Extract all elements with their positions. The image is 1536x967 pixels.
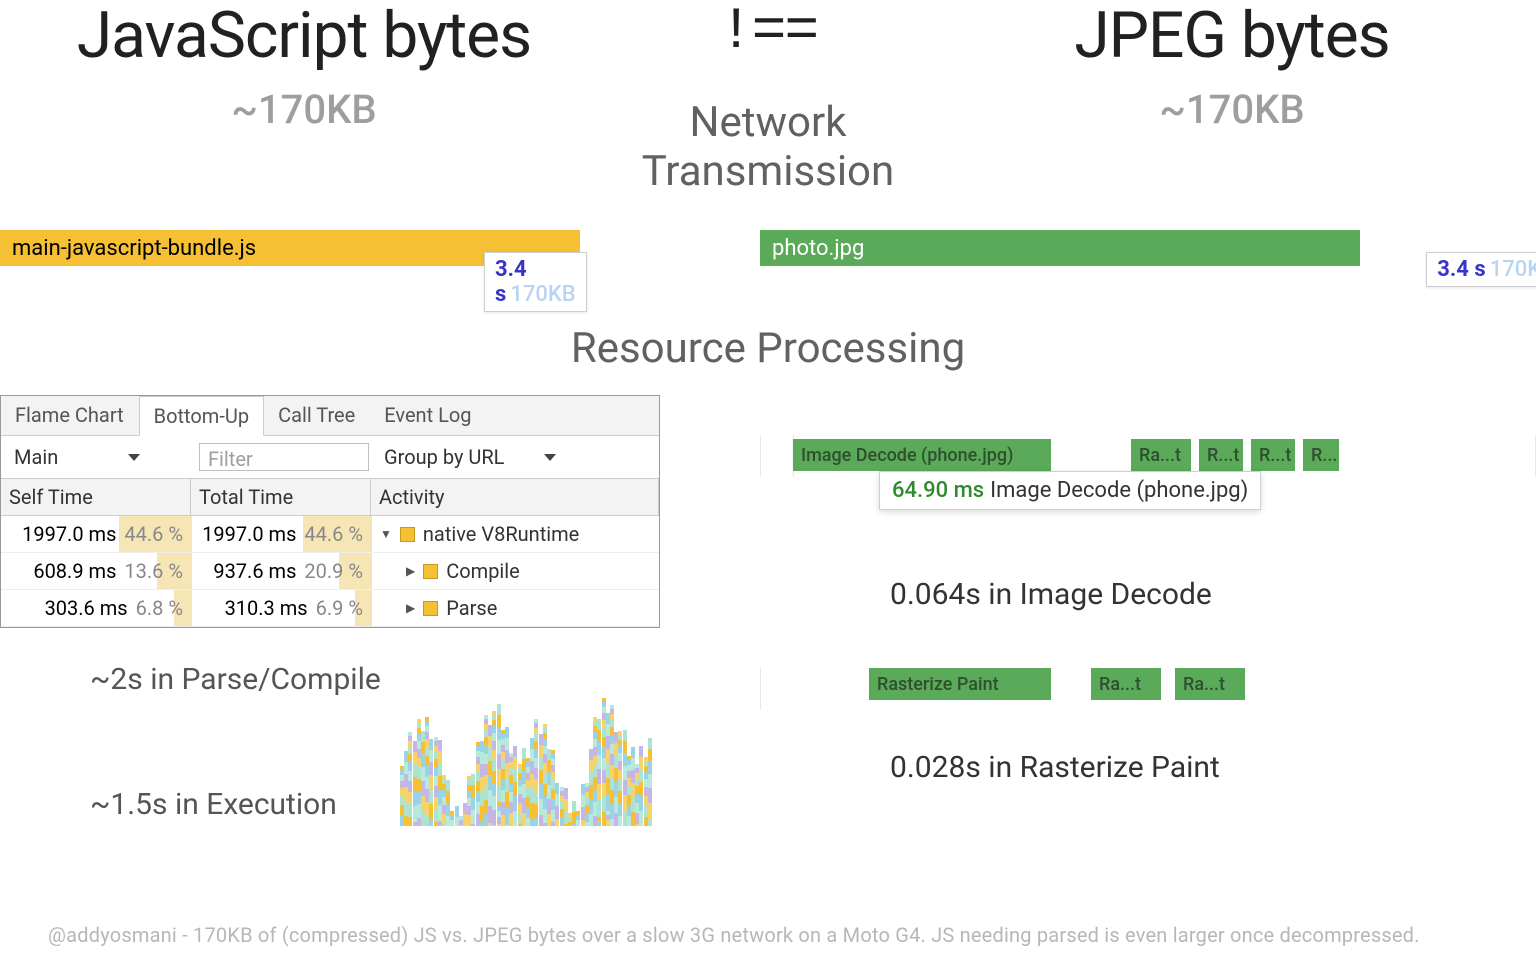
tab-flame-chart[interactable]: Flame Chart [1,396,139,435]
table-row[interactable]: 608.9 ms13.6 %937.6 ms20.9 %▶Compile [1,553,659,590]
decode-tooltip: 64.90 msImage Decode (phone.jpg) [879,471,1261,510]
devtools-tabs: Flame Chart Bottom-Up Call Tree Event Lo… [1,396,659,436]
badge-js: 3.4 s170KB [484,252,587,312]
raster-mini-4: R... [1303,439,1339,471]
activity-swatch-icon [400,527,415,542]
subtitle-processing: Resource Processing [0,324,1536,373]
tab-event-log[interactable]: Event Log [370,396,486,435]
rasterize-strip: Rasterize Paint Ra...t Ra...t [760,668,1536,710]
title-js: JavaScript bytes [0,4,608,68]
flame-chart-graphic [400,646,660,826]
group-select[interactable]: Group by URL [379,442,561,472]
raster-mini-2: R...t [1199,439,1243,471]
tab-call-tree[interactable]: Call Tree [264,396,370,435]
thread-select[interactable]: Main [9,442,189,472]
filter-input[interactable]: Filter [199,443,369,471]
summary-image-decode: 0.064s in Image Decode [890,577,1536,612]
tab-bottom-up[interactable]: Bottom-Up [139,396,264,436]
activity-swatch-icon [423,601,438,616]
not-equal-symbol: !== [608,4,928,62]
badge-jpeg: 3.4 s170KB [1426,252,1536,287]
chevron-down-icon [128,454,140,461]
rasterize-block: Rasterize Paint [869,668,1051,700]
decode-block: Image Decode (phone.jpg) [793,439,1051,471]
table-row[interactable]: 303.6 ms6.8 %310.3 ms6.9 %▶Parse [1,590,659,627]
table-row[interactable]: 1997.0 ms44.6 %1997.0 ms44.6 %▼native V8… [1,516,659,553]
network-bar-jpeg: photo.jpg [760,230,1360,266]
col-activity[interactable]: Activity [371,479,659,515]
col-self-time[interactable]: Self Time [1,479,191,515]
activity-swatch-icon [423,564,438,579]
title-jpeg: JPEG bytes [928,4,1536,68]
raster-mini-3: R...t [1251,439,1295,471]
expand-icon[interactable]: ▶ [406,564,415,578]
chevron-down-icon [544,454,556,461]
expand-icon[interactable]: ▶ [406,601,415,615]
devtools-panel: Flame Chart Bottom-Up Call Tree Event Lo… [0,395,660,628]
footnote: @addyosmani - 170KB of (compressed) JS v… [48,923,1516,947]
summary-rasterize: 0.028s in Rasterize Paint [890,750,1536,785]
col-total-time[interactable]: Total Time [191,479,371,515]
image-decode-strip: Image Decode (phone.jpg) Ra...t R...t R.… [760,435,1536,477]
raster-small-2: Ra...t [1175,668,1245,700]
raster-mini-1: Ra...t [1131,439,1191,471]
raster-small-1: Ra...t [1091,668,1161,700]
size-js: ~170KB [0,86,608,133]
expand-icon[interactable]: ▼ [380,527,392,541]
size-jpeg: ~170KB [928,86,1536,133]
subtitle-network: Network Transmission [608,98,928,196]
